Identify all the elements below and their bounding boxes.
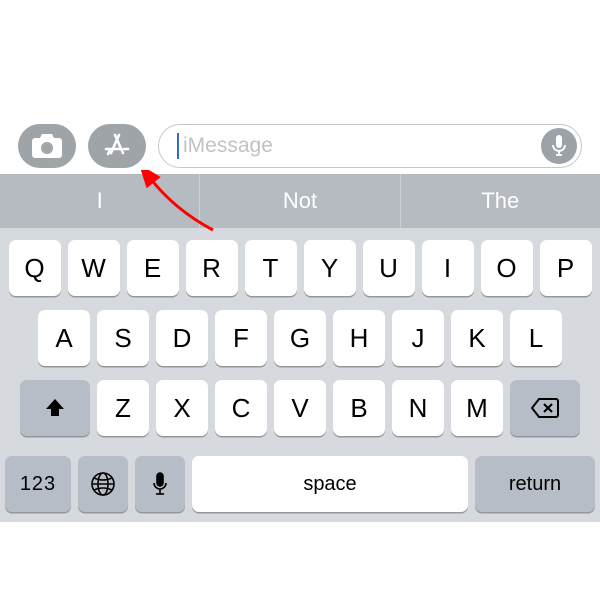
key-c[interactable]: C <box>215 380 267 436</box>
message-input[interactable] <box>183 134 541 158</box>
text-cursor <box>177 133 179 159</box>
key-t[interactable]: T <box>245 240 297 296</box>
key-s[interactable]: S <box>97 310 149 366</box>
backspace-key[interactable] <box>510 380 580 436</box>
key-h[interactable]: H <box>333 310 385 366</box>
key-n[interactable]: N <box>392 380 444 436</box>
key-row-3: Z X C V B N M <box>5 380 595 436</box>
message-thread-area <box>0 0 600 118</box>
message-input-container[interactable] <box>158 124 582 168</box>
numbers-key[interactable]: 123 <box>5 456 71 512</box>
key-u[interactable]: U <box>363 240 415 296</box>
suggestion-1[interactable]: I <box>0 174 199 228</box>
key-o[interactable]: O <box>481 240 533 296</box>
dictation-key[interactable] <box>135 456 185 512</box>
key-j[interactable]: J <box>392 310 444 366</box>
key-k[interactable]: K <box>451 310 503 366</box>
key-row-1: Q W E R T Y U I O P <box>5 240 595 296</box>
key-row-bottom: 123 space return <box>0 456 600 522</box>
key-row-2: A S D F G H J K L <box>5 310 595 366</box>
shift-icon <box>43 396 67 420</box>
globe-icon <box>90 471 116 497</box>
key-v[interactable]: V <box>274 380 326 436</box>
key-i[interactable]: I <box>422 240 474 296</box>
key-l[interactable]: L <box>510 310 562 366</box>
backspace-icon <box>530 397 560 419</box>
key-r[interactable]: R <box>186 240 238 296</box>
keyboard: I Not The Q W E R T Y U I O P A S D F G … <box>0 174 600 522</box>
app-store-button[interactable] <box>88 124 146 168</box>
key-y[interactable]: Y <box>304 240 356 296</box>
space-key[interactable]: space <box>192 456 468 512</box>
camera-button[interactable] <box>18 124 76 168</box>
compose-bar <box>0 118 600 174</box>
quicktype-bar: I Not The <box>0 174 600 228</box>
key-b[interactable]: B <box>333 380 385 436</box>
key-a[interactable]: A <box>38 310 90 366</box>
key-w[interactable]: W <box>68 240 120 296</box>
key-z[interactable]: Z <box>97 380 149 436</box>
microphone-icon <box>551 135 567 157</box>
key-x[interactable]: X <box>156 380 208 436</box>
microphone-icon <box>152 472 168 496</box>
globe-key[interactable] <box>78 456 128 512</box>
camera-icon <box>31 133 63 159</box>
key-f[interactable]: F <box>215 310 267 366</box>
return-key[interactable]: return <box>475 456 595 512</box>
suggestion-2[interactable]: Not <box>199 174 399 228</box>
key-p[interactable]: P <box>540 240 592 296</box>
key-g[interactable]: G <box>274 310 326 366</box>
key-q[interactable]: Q <box>9 240 61 296</box>
shift-key[interactable] <box>20 380 90 436</box>
key-m[interactable]: M <box>451 380 503 436</box>
app-store-icon <box>103 132 131 160</box>
key-d[interactable]: D <box>156 310 208 366</box>
suggestion-3[interactable]: The <box>400 174 600 228</box>
dictation-button[interactable] <box>541 128 577 164</box>
key-e[interactable]: E <box>127 240 179 296</box>
